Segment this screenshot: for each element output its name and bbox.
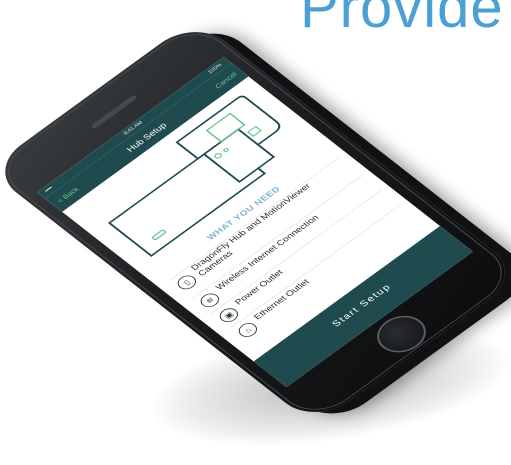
camera-icon: ▯ <box>173 272 200 293</box>
ethernet-icon: ⌂ <box>234 320 261 340</box>
background-partial-word: Provide <box>300 0 504 40</box>
